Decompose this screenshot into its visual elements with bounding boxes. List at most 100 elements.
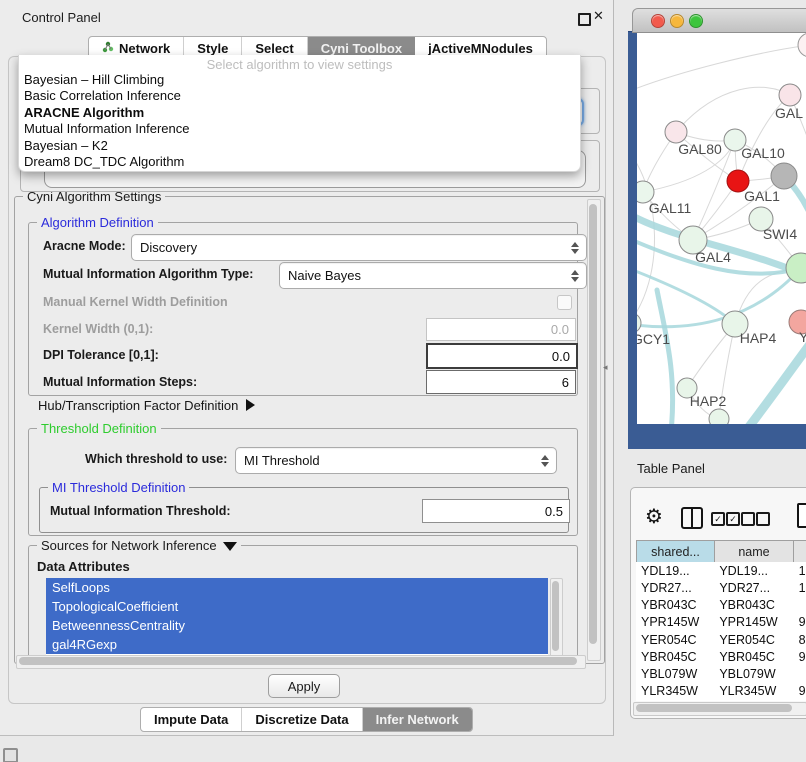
columns-icon[interactable] [681,507,703,529]
table-row[interactable]: YBR045CYBR045C9. [636,648,806,665]
settings-horizontal-scrollbar[interactable] [16,655,586,669]
algorithm-option[interactable]: Mutual Information Inference [19,121,580,137]
checked-checkbox-icon[interactable]: ✓ [726,512,740,526]
attribute-item[interactable]: SelfLoops [46,578,548,597]
hub-definition-expander[interactable]: Hub/Transcription Factor Definition [38,398,255,413]
gear-icon[interactable]: ⚙ [645,504,663,529]
mi-threshold-field[interactable]: 0.5 [422,499,570,523]
which-threshold-combobox[interactable]: MI Threshold [235,447,557,474]
scrollbar-thumb[interactable] [552,581,559,651]
table-cell: 12 [794,581,806,595]
algorithm-option[interactable]: Bayesian – Hill Climbing [19,72,580,88]
application-window: Control Panel ✕ NetworkStyleSelectCyni T… [0,0,806,762]
network-view-canvas[interactable]: GALGAL80GAL10GAL11GAL1GAL4SWI4GCY1HAP4YH… [637,32,806,424]
column-header-name[interactable]: name [715,541,794,563]
kernel-width-field[interactable]: 0.0 [426,318,576,341]
node-circle-gal[interactable] [779,84,801,106]
algorithm-option[interactable]: ARACNE Algorithm [19,105,580,121]
sources-legend-text: Sources for Network Inference [41,538,217,553]
close-icon[interactable]: ✕ [593,8,604,24]
collapse-down-icon[interactable] [223,542,237,551]
algorithm-option[interactable]: Bayesian – K2 [19,138,580,154]
float-window-icon[interactable] [578,13,591,26]
control-panel: Control Panel ✕ NetworkStyleSelectCyni T… [0,0,614,736]
node-circle[interactable] [798,33,806,57]
network-window-titlebar[interactable] [632,8,806,33]
dropdown-placeholder: Select algorithm to view settings [19,55,580,72]
scrollbar-thumb[interactable] [19,657,577,665]
dpi-tolerance-field[interactable]: 0.0 [426,343,578,369]
stepper-icon[interactable] [568,242,582,254]
checked-checkbox-icon[interactable]: ✓ [711,512,725,526]
combobox-value: MI Threshold [244,453,538,468]
mi-algorithm-type-combobox[interactable]: Naive Bayes [279,262,587,289]
table-cell: 9. [794,650,806,664]
table-cell: YBR045C [714,650,793,664]
edge-path [637,267,735,324]
mac-zoom-button[interactable] [689,14,703,28]
node-circle-gcy1[interactable] [637,313,641,333]
combobox-value: Discovery [140,240,568,255]
edge-path [637,152,655,323]
combobox-value: Naive Bayes [288,268,568,283]
tab-discretize-data[interactable]: Discretize Data [242,708,362,731]
table-row[interactable]: YBR043CYBR043C [636,597,806,614]
table-row[interactable]: YPR145WYPR145W9. [636,614,806,631]
table-row[interactable]: YIL052CYIL052C9. [636,700,806,701]
node-label: GAL80 [678,141,722,157]
kernel-width-label: Kernel Width (0,1): [43,322,153,336]
tab-label: Cyni Toolbox [321,41,402,56]
stepper-icon[interactable] [538,455,552,467]
table-horizontal-scrollbar[interactable] [633,702,806,716]
stepper-icon[interactable] [568,270,582,282]
node-label: Y [799,329,806,345]
apply-button[interactable]: Apply [268,674,340,698]
table-row[interactable]: YDL19...YDL19...13 [636,562,806,579]
scrollbar-thumb[interactable] [589,204,597,644]
mi-threshold-definition-group: MI Threshold Definition Mutual Informati… [39,487,569,533]
column-header-shared[interactable]: shared... [637,541,715,563]
aracne-mode-label: Aracne Mode: [43,239,126,253]
node-label: HAP2 [690,393,727,409]
algorithm-option[interactable]: Dream8 DC_TDC Algorithm [19,154,580,170]
mac-minimize-button[interactable] [670,14,684,28]
unchecked-checkbox-icon[interactable] [741,512,755,526]
edge-path [637,45,806,92]
algorithm-definition-group: Algorithm Definition Aracne Mode: Discov… [28,222,578,396]
table-row[interactable]: YBL079WYBL079W [636,666,806,683]
attribute-item[interactable]: BetweennessCentrality [46,616,548,635]
settings-vertical-scrollbar[interactable] [587,199,601,661]
manual-kernel-width-checkbox[interactable] [557,295,572,310]
attribute-item[interactable]: gal4RGexp [46,635,548,654]
algorithm-option-list: Bayesian – Hill ClimbingBasic Correlatio… [19,72,580,170]
document-icon[interactable] [797,503,806,528]
group-legend: Algorithm Definition [37,215,158,230]
column-header[interactable] [794,541,806,563]
unchecked-checkbox-icon[interactable] [756,512,770,526]
scrollbar-thumb[interactable] [636,704,792,712]
node-label: GAL11 [649,200,692,216]
group-legend: Sources for Network Inference [37,538,241,553]
table-cell: YPR145W [636,615,714,629]
expand-right-icon[interactable] [246,399,255,411]
node-circle[interactable] [771,163,797,189]
algorithm-option[interactable]: Basic Correlation Inference [19,88,580,104]
node-circle-gal80[interactable] [665,121,687,143]
tab-impute-data[interactable]: Impute Data [141,708,242,731]
table-row[interactable]: YER054CYER054C8. [636,631,806,648]
table-cell: YBR043C [714,598,793,612]
aracne-mode-combobox[interactable]: Discovery [131,234,587,261]
node-circle[interactable] [709,409,729,424]
table-cell: YDL19... [714,564,793,578]
attributes-scrollbar[interactable] [550,578,563,657]
table-row[interactable]: YDR27...YDR27...12 [636,579,806,596]
attribute-item[interactable]: TopologicalCoefficient [46,597,548,616]
mi-steps-field[interactable]: 6 [426,370,576,394]
mac-close-button[interactable] [651,14,665,28]
minimized-panel-icon[interactable] [3,748,18,762]
table-row[interactable]: YLR345WYLR345W9. [636,683,806,700]
split-pane-handle[interactable]: ◂ [603,362,608,373]
tab-infer-network[interactable]: Infer Network [363,708,472,731]
group-legend: Threshold Definition [37,421,161,436]
edge-path [676,87,790,132]
